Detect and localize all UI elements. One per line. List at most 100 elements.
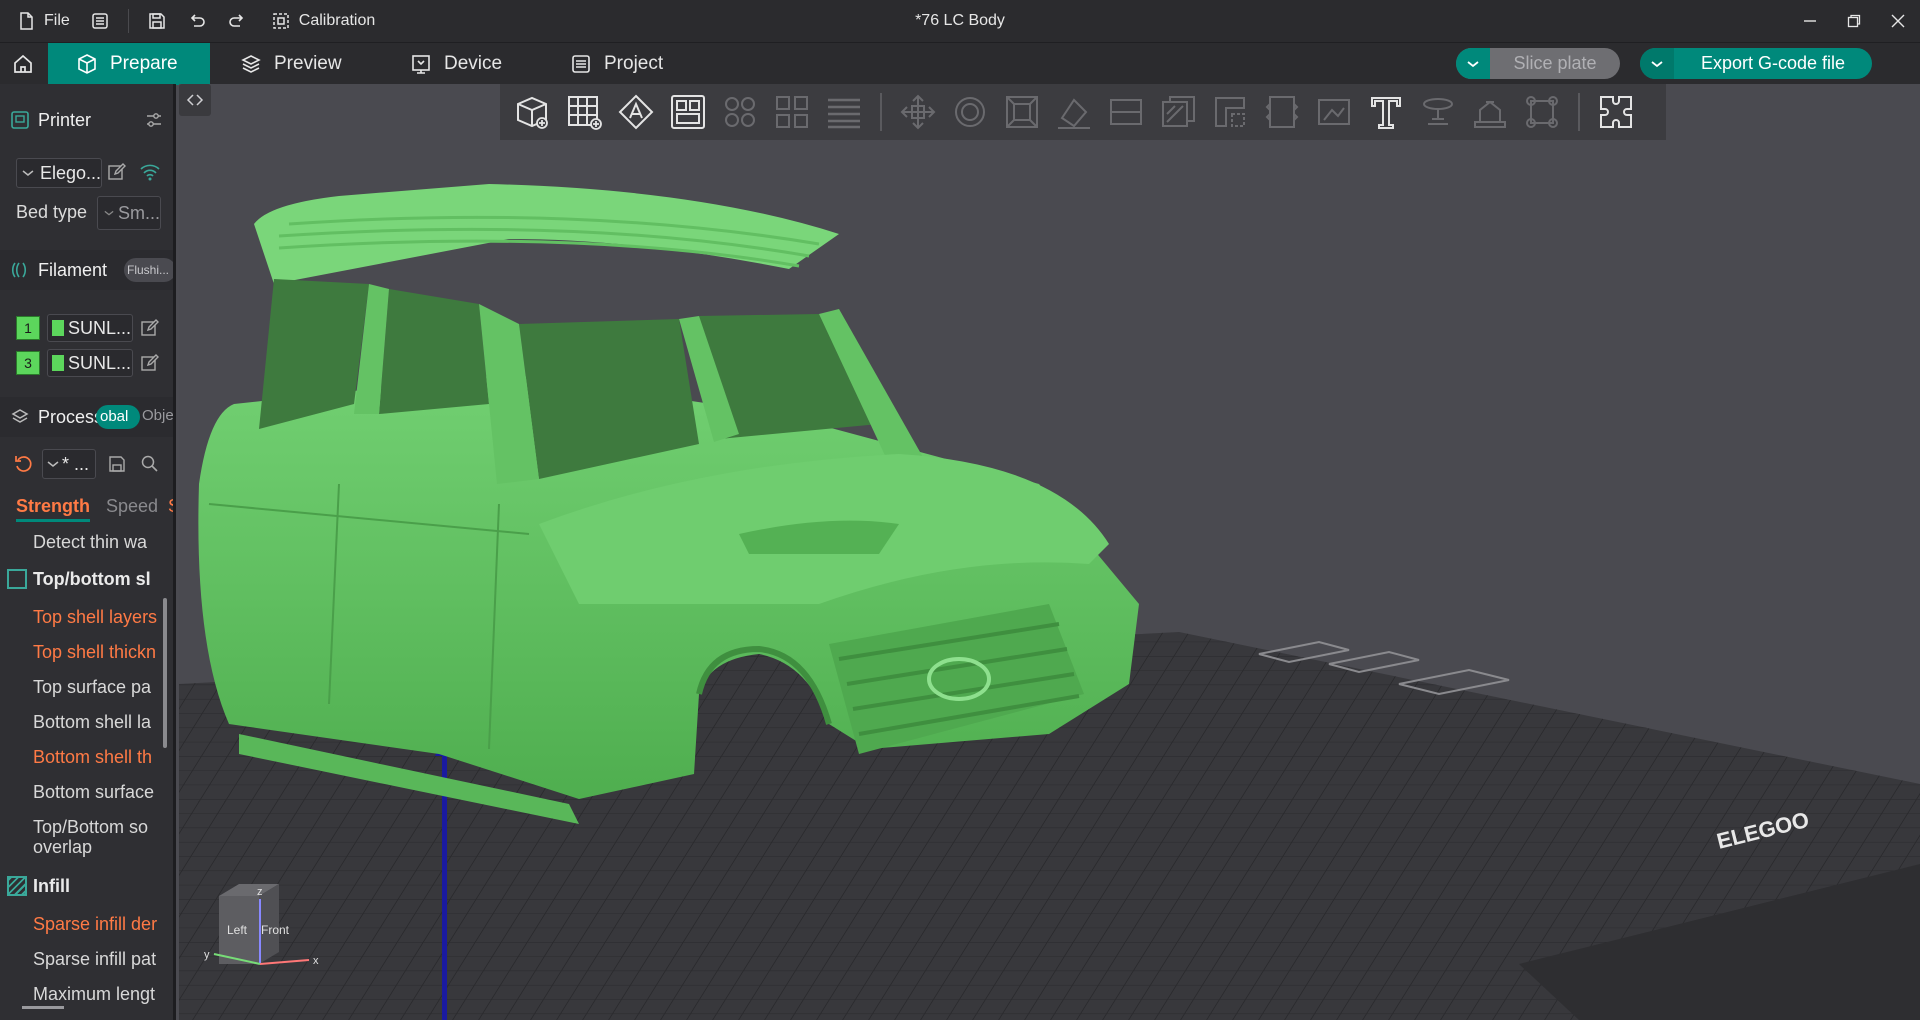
file-label: File: [44, 12, 70, 29]
tab-support[interactable]: S: [168, 496, 173, 517]
edit-icon[interactable]: [140, 353, 160, 373]
home-button[interactable]: [0, 43, 46, 85]
filament-1-select[interactable]: SUNL...: [47, 314, 133, 342]
filament-3-color-swatch[interactable]: [52, 355, 64, 371]
setting-top-bottom-solid-overlap[interactable]: Top/Bottom so overlap: [33, 817, 173, 857]
export-dropdown-toggle[interactable]: [1640, 48, 1674, 79]
scale-tool: [996, 86, 1048, 138]
toolbar-divider: [880, 93, 882, 131]
fuzzy-skin-icon: [1265, 96, 1299, 128]
object-toolbar: [500, 84, 1666, 140]
group-top-bottom-shells[interactable]: Top/bottom sl: [0, 564, 170, 594]
home-icon: [14, 54, 32, 73]
calibration-menu[interactable]: Calibration: [261, 0, 385, 42]
setting-maximum-length[interactable]: Maximum lengt: [33, 984, 173, 1005]
tab-prepare[interactable]: Prepare: [48, 43, 210, 85]
device-icon: [412, 55, 430, 74]
minimize-button[interactable]: [1788, 0, 1832, 42]
auto-orient-button[interactable]: [610, 86, 662, 138]
global-toggle[interactable]: obal: [96, 405, 140, 429]
scene-canvas[interactable]: ELEGOO Left Front z x y: [179, 84, 1920, 1020]
file-menu[interactable]: File: [6, 0, 80, 42]
process-preset-select[interactable]: * ...: [42, 449, 96, 479]
filament-1-color-swatch[interactable]: [52, 320, 64, 336]
filament-3-name: SUNL...: [68, 352, 132, 373]
view-cube-front-face[interactable]: Front: [261, 923, 290, 937]
setting-top-shell-layers[interactable]: Top shell layers: [33, 607, 173, 628]
sidebar-resize-handle[interactable]: [22, 1006, 64, 1009]
printer-select-value: Elego...: [39, 162, 101, 183]
redo-button[interactable]: [217, 0, 257, 42]
printer-select[interactable]: Elego...: [16, 158, 102, 188]
close-button[interactable]: [1876, 0, 1920, 42]
add-plate-button[interactable]: [558, 86, 610, 138]
add-object-button[interactable]: [506, 86, 558, 138]
axis-label-z: z: [257, 886, 263, 898]
bed-type-select[interactable]: Sm...: [97, 196, 161, 230]
filament-3-number[interactable]: 3: [16, 351, 40, 375]
search-icon[interactable]: [140, 454, 160, 474]
setting-bottom-shell-layers[interactable]: Bottom shell la: [33, 712, 173, 733]
measure-tool: [1308, 86, 1360, 138]
group-infill[interactable]: Infill: [0, 871, 170, 901]
divider: [127, 9, 129, 33]
chevron-down-icon: [1467, 60, 1479, 67]
reset-icon[interactable]: [13, 454, 33, 474]
group-top-bottom-label: Top/bottom sl: [33, 568, 151, 589]
printer-section-header: Printer: [0, 100, 173, 140]
flushing-volumes-button[interactable]: Flushi...: [124, 258, 173, 282]
infill-icon: [7, 876, 27, 896]
setting-top-surface-pattern[interactable]: Top surface pa: [33, 677, 173, 698]
setting-bottom-surface-pattern[interactable]: Bottom surface: [33, 782, 173, 803]
sidebar-collapse-button[interactable]: [179, 84, 211, 116]
tab-strength[interactable]: Strength: [16, 496, 90, 522]
settings-scrollbar[interactable]: [163, 598, 167, 748]
rotate-tool: [944, 86, 996, 138]
tab-project[interactable]: Project: [570, 43, 680, 85]
restore-button[interactable]: [1832, 0, 1876, 42]
edit-icon[interactable]: [107, 162, 127, 182]
export-gcode-button[interactable]: Export G-code file: [1640, 48, 1872, 79]
setting-detect-thin-wall[interactable]: Detect thin wa: [33, 532, 173, 553]
undo-button[interactable]: [177, 0, 217, 42]
3d-viewport[interactable]: ELEGOO Left Front z x y: [179, 84, 1920, 1020]
printer-settings-icon[interactable]: [144, 110, 164, 130]
minimize-icon: [1804, 20, 1816, 22]
lay-on-face-icon: [1058, 98, 1090, 129]
filament-1-number[interactable]: 1: [16, 316, 40, 340]
window-controls: [1788, 0, 1920, 42]
split-parts-icon: [776, 96, 808, 128]
tab-device[interactable]: Device: [410, 43, 520, 85]
brim-ears-tool: [1516, 86, 1568, 138]
menu-button[interactable]: [80, 0, 120, 42]
rotate-icon: [955, 97, 985, 127]
seam-paint-icon: [1215, 97, 1245, 127]
tab-preview[interactable]: Preview: [240, 43, 360, 85]
tab-speed[interactable]: Speed: [106, 496, 158, 517]
arrange-button[interactable]: [662, 86, 714, 138]
setting-top-shell-thickness[interactable]: Top shell thickn: [33, 642, 173, 663]
setting-sparse-infill-pattern[interactable]: Sparse infill pat: [33, 949, 173, 970]
emboss-icon: [1423, 98, 1453, 125]
slice-dropdown-toggle[interactable]: [1456, 48, 1490, 79]
filament-3-select[interactable]: SUNL...: [47, 349, 133, 377]
edit-icon[interactable]: [140, 318, 160, 338]
view-cube-left-face[interactable]: Left: [227, 923, 248, 937]
wifi-icon[interactable]: [139, 162, 161, 182]
model-truck-body[interactable]: [198, 184, 1139, 824]
assemble-view-button[interactable]: [1590, 86, 1642, 138]
undo-icon: [190, 14, 205, 27]
shell-icon: [7, 569, 27, 589]
setting-sparse-infill-density[interactable]: Sparse infill der: [33, 914, 173, 935]
menu-icon: [92, 13, 108, 29]
save-icon[interactable]: [107, 454, 127, 474]
save-button[interactable]: [137, 0, 177, 42]
layers-editing-button: [818, 86, 870, 138]
printer-header-label: Printer: [38, 109, 92, 130]
calibration-label: Calibration: [298, 12, 376, 29]
cut-icon: [1110, 99, 1142, 125]
slice-plate-button[interactable]: Slice plate: [1456, 48, 1620, 79]
text-tool[interactable]: [1360, 86, 1412, 138]
setting-bottom-shell-thickness[interactable]: Bottom shell th: [33, 747, 173, 768]
object-toggle[interactable]: Obje: [142, 407, 173, 424]
